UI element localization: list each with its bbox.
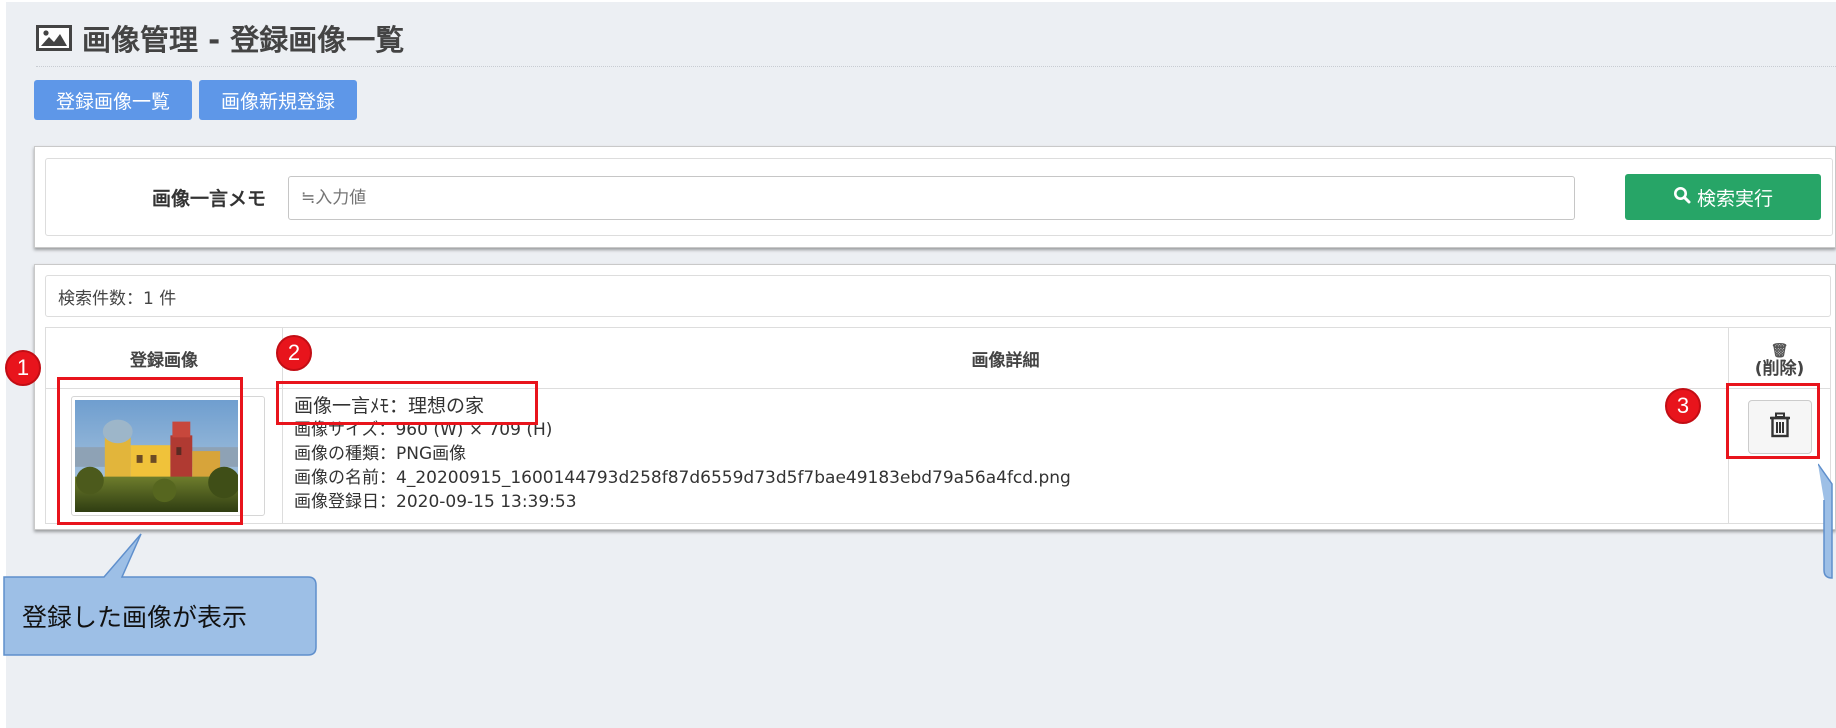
annotation-badge-3: 3 [1665, 388, 1701, 424]
search-input[interactable] [288, 176, 1575, 220]
search-panel: 画像一言メモ 検索実行 [34, 146, 1836, 248]
search-button-label: 検索実行 [1696, 187, 1773, 210]
search-label: 画像一言メモ [151, 187, 266, 210]
callout-text: 登録した画像が表示 [22, 603, 248, 632]
page-title-text: 画像管理 - 登録画像一覧 [82, 23, 405, 57]
title-divider [36, 66, 1836, 67]
highlight-thumbnail [57, 377, 243, 525]
header-delete: 🗑 (削除) [1728, 327, 1831, 389]
detail-type: 画像の種類：PNG画像 [294, 444, 467, 464]
page-title: 画像管理 - 登録画像一覧 [36, 16, 1836, 60]
detail-date: 画像登録日：2020-09-15 13:39:53 [294, 492, 577, 512]
tab-bar: 登録画像一覧 画像新規登録 [34, 80, 358, 120]
picture-icon [36, 25, 72, 51]
detail-filename: 画像の名前：4_20200915_1600144793d258f87d6559d… [294, 468, 1071, 488]
results-table: 登録画像 画像詳細 🗑 (削除) 画像一言ﾒﾓ：理想の家 画像サイズ：960 (… [45, 327, 1831, 524]
annotation-badge-1: 1 [5, 350, 41, 386]
header-trash-icon: 🗑 [1770, 342, 1789, 359]
search-form: 画像一言メモ 検索実行 [45, 158, 1833, 236]
search-icon [1673, 186, 1691, 209]
tab-image-list[interactable]: 登録画像一覧 [34, 80, 193, 120]
search-button[interactable]: 検索実行 [1625, 174, 1821, 220]
highlight-delete [1726, 383, 1820, 459]
result-count: 検索件数：1 件 [45, 275, 1831, 317]
annotation-badge-2: 2 [276, 335, 312, 371]
tab-new-image[interactable]: 画像新規登録 [199, 80, 358, 120]
header-detail: 画像詳細 [282, 327, 1729, 389]
highlight-memo [276, 381, 538, 425]
callout-edge [1818, 463, 1833, 579]
table-header-row: 登録画像 画像詳細 🗑 (削除) [45, 327, 1831, 389]
header-delete-label: (削除) [1754, 358, 1805, 379]
